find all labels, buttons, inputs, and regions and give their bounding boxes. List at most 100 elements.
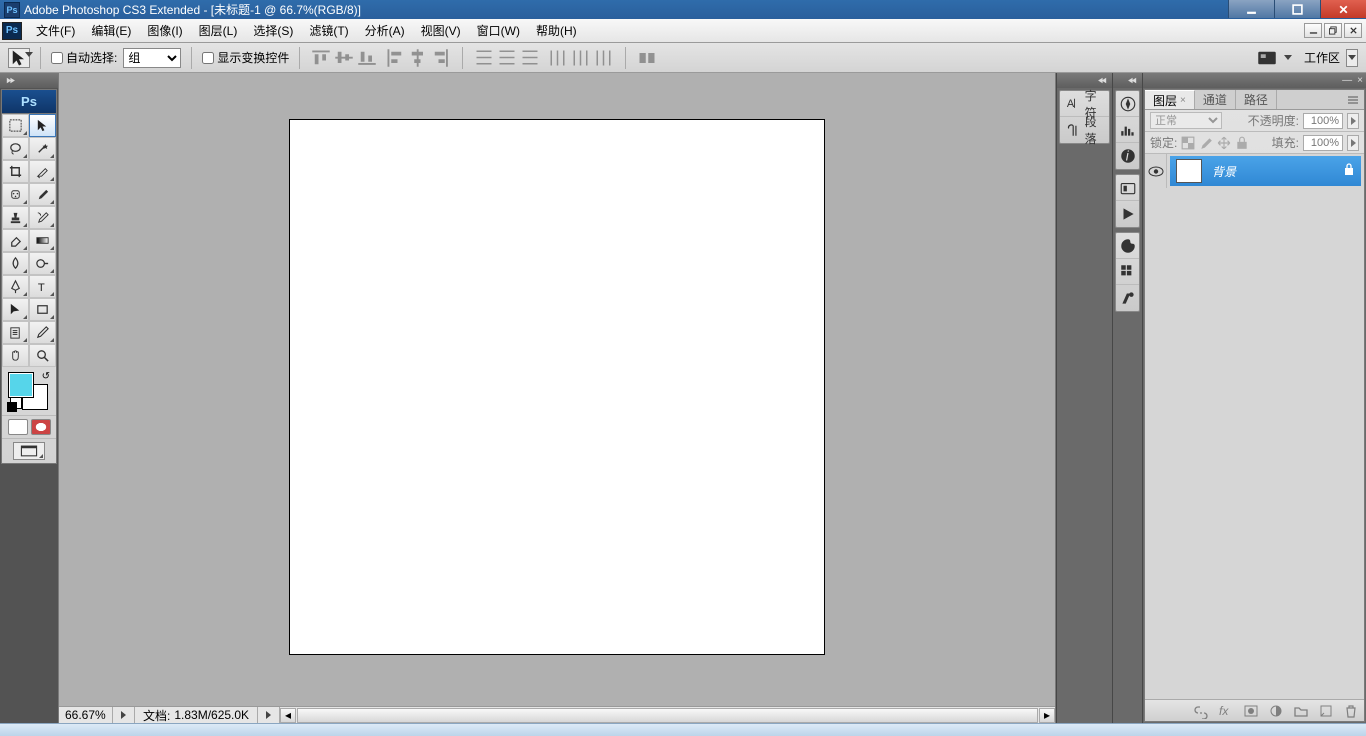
bridge-dropdown-icon[interactable]: [1284, 55, 1292, 60]
zoom-level[interactable]: 66.67%: [59, 707, 113, 723]
hscroll-track[interactable]: [297, 708, 1038, 723]
tab-channels[interactable]: 通道: [1195, 90, 1236, 109]
stamp-tool[interactable]: [2, 206, 29, 229]
notes-tool[interactable]: [2, 321, 29, 344]
brush-tool[interactable]: [29, 183, 56, 206]
current-tool-indicator[interactable]: [8, 48, 30, 68]
hscroll-thumb[interactable]: [298, 709, 1037, 722]
zoom-tool[interactable]: [29, 344, 56, 367]
dodge-tool[interactable]: [29, 252, 56, 275]
hand-tool[interactable]: [2, 344, 29, 367]
tab-layers[interactable]: 图层×: [1145, 90, 1195, 109]
menu-file[interactable]: 文件(F): [28, 18, 83, 43]
screen-mode-button[interactable]: [13, 442, 45, 460]
auto-select-target-select[interactable]: 组: [123, 48, 181, 68]
lasso-tool[interactable]: [2, 137, 29, 160]
adjustment-layer-icon[interactable]: [1268, 703, 1284, 719]
group-layers-icon[interactable]: [1293, 703, 1309, 719]
lock-all-icon[interactable]: [1235, 136, 1249, 150]
distribute-vcenter-icon[interactable]: [496, 48, 518, 68]
status-chevron[interactable]: [113, 707, 135, 723]
gradient-tool[interactable]: [29, 229, 56, 252]
opacity-arrow[interactable]: [1347, 113, 1359, 129]
eraser-tool[interactable]: [2, 229, 29, 252]
menu-edit[interactable]: 编辑(E): [83, 18, 139, 43]
panel-collapse[interactable]: —×: [1143, 73, 1366, 88]
menu-layer[interactable]: 图层(L): [191, 18, 246, 43]
dock-b-collapse[interactable]: [1113, 73, 1142, 88]
slice-tool[interactable]: [29, 160, 56, 183]
tools-collapse-handle[interactable]: [0, 73, 58, 88]
align-bottom-icon[interactable]: [356, 48, 378, 68]
delete-layer-icon[interactable]: [1343, 703, 1359, 719]
align-right-icon[interactable]: [430, 48, 452, 68]
workspace-dropdown[interactable]: [1346, 49, 1358, 67]
default-colors-icon[interactable]: [7, 402, 17, 412]
hscroll-left[interactable]: ◂: [280, 708, 296, 723]
lock-pixels-icon[interactable]: [1181, 136, 1195, 150]
canvas-viewport[interactable]: [59, 73, 1055, 706]
auto-align-icon[interactable]: [636, 48, 658, 68]
align-hcenter-icon[interactable]: [407, 48, 429, 68]
bridge-icon[interactable]: [1256, 48, 1278, 68]
opacity-value[interactable]: 100%: [1303, 113, 1343, 129]
show-transform-checkbox[interactable]: 显示变换控件: [202, 49, 289, 66]
lock-move-icon[interactable]: [1217, 136, 1231, 150]
blend-mode-select[interactable]: 正常: [1150, 112, 1222, 129]
menu-select[interactable]: 选择(S): [245, 18, 301, 43]
align-left-icon[interactable]: [384, 48, 406, 68]
distribute-right-icon[interactable]: [593, 48, 615, 68]
layer-item[interactable]: 背景: [1170, 156, 1361, 186]
os-taskbar[interactable]: [0, 723, 1366, 736]
info-panel-button[interactable]: i: [1116, 143, 1139, 169]
layer-thumbnail[interactable]: [1176, 159, 1202, 183]
standard-mode-button[interactable]: [8, 419, 28, 435]
swatches-panel-button[interactable]: [1116, 259, 1139, 285]
distribute-top-icon[interactable]: [473, 48, 495, 68]
distribute-bottom-icon[interactable]: [519, 48, 541, 68]
doc-size-status[interactable]: 文档:1.83M/625.0K: [135, 707, 258, 723]
menu-filter[interactable]: 滤镜(T): [301, 18, 356, 43]
document-canvas[interactable]: [289, 119, 825, 655]
ps-badge[interactable]: Ps: [2, 90, 56, 114]
ps-icon[interactable]: Ps: [2, 22, 22, 40]
wand-tool[interactable]: [29, 137, 56, 160]
menu-view[interactable]: 视图(V): [413, 18, 469, 43]
layer-style-icon[interactable]: fx: [1218, 703, 1234, 719]
color-panel-button[interactable]: [1116, 233, 1139, 259]
fill-arrow[interactable]: [1347, 135, 1359, 151]
align-vcenter-icon[interactable]: [333, 48, 355, 68]
menu-image[interactable]: 图像(I): [139, 18, 190, 43]
styles-panel-button[interactable]: [1116, 285, 1139, 311]
fill-value[interactable]: 100%: [1303, 135, 1343, 151]
eyedropper-tool[interactable]: [29, 321, 56, 344]
quickmask-mode-button[interactable]: [31, 419, 51, 435]
hscroll-right[interactable]: ▸: [1039, 708, 1055, 723]
new-layer-icon[interactable]: [1318, 703, 1334, 719]
minimize-button[interactable]: [1228, 0, 1274, 18]
align-top-icon[interactable]: [310, 48, 332, 68]
marquee-tool[interactable]: [2, 114, 29, 137]
lock-paint-icon[interactable]: [1199, 136, 1213, 150]
doc-minimize-button[interactable]: [1304, 23, 1322, 38]
doc-close-button[interactable]: [1344, 23, 1362, 38]
link-layers-icon[interactable]: [1193, 703, 1209, 719]
maximize-button[interactable]: [1274, 0, 1320, 18]
menu-help[interactable]: 帮助(H): [528, 18, 585, 43]
distribute-left-icon[interactable]: [547, 48, 569, 68]
swap-colors-icon[interactable]: ↺: [42, 371, 50, 382]
histogram-panel-button[interactable]: [1116, 117, 1139, 143]
shape-tool[interactable]: [29, 298, 56, 321]
layer-row[interactable]: 背景: [1145, 154, 1364, 188]
move-tool[interactable]: [29, 114, 56, 137]
blur-tool[interactable]: [2, 252, 29, 275]
auto-select-checkbox[interactable]: 自动选择:: [51, 49, 117, 66]
history-brush-tool[interactable]: [29, 206, 56, 229]
status-menu[interactable]: [258, 707, 280, 723]
panel-menu-button[interactable]: [1342, 90, 1364, 109]
path-select-tool[interactable]: [2, 298, 29, 321]
close-button[interactable]: [1320, 0, 1366, 18]
foreground-color-swatch[interactable]: [8, 372, 34, 398]
layer-mask-icon[interactable]: [1243, 703, 1259, 719]
close-icon[interactable]: ×: [1180, 95, 1186, 106]
